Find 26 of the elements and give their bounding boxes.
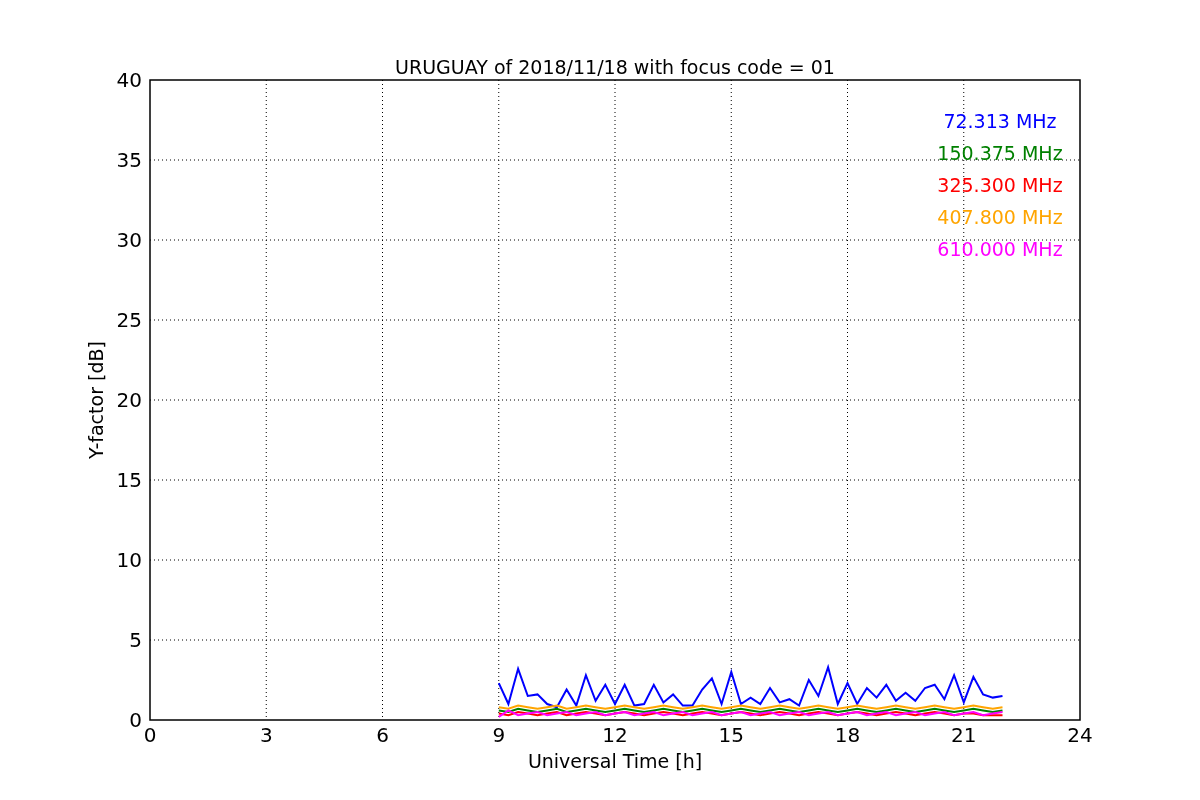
y-axis-label: Y-factor [dB] xyxy=(85,341,107,459)
legend-label: 72.313 MHz xyxy=(943,110,1057,132)
y-tick-label: 10 xyxy=(116,548,142,572)
y-tick-label: 25 xyxy=(116,308,142,332)
legend-label: 407.800 MHz xyxy=(937,206,1063,228)
legend-label: 150.375 MHz xyxy=(937,142,1063,164)
x-tick-label: 9 xyxy=(492,723,506,747)
y-tick-label: 35 xyxy=(116,148,142,172)
x-tick-label: 3 xyxy=(259,723,273,747)
legend-label: 325.300 MHz xyxy=(937,174,1063,196)
x-tick-label: 24 xyxy=(1067,723,1093,747)
y-tick-label: 0 xyxy=(129,708,142,732)
x-tick-label: 18 xyxy=(834,723,861,747)
chart-title: URUGUAY of 2018/11/18 with focus code = 01 xyxy=(395,56,835,78)
x-tick-label: 21 xyxy=(951,723,977,747)
y-tick-label: 15 xyxy=(116,468,142,492)
x-axis-label: Universal Time [h] xyxy=(527,750,703,772)
y-tick-label: 5 xyxy=(129,628,142,652)
x-tick-label: 6 xyxy=(376,723,389,747)
x-tick-label: 15 xyxy=(718,723,744,747)
x-tick-label: 0 xyxy=(143,723,157,747)
y-tick-label: 30 xyxy=(116,228,142,252)
legend-label: 610.000 MHz xyxy=(937,238,1063,260)
x-tick-label: 12 xyxy=(602,723,628,747)
y-tick-label: 40 xyxy=(116,68,142,92)
y-tick-label: 20 xyxy=(116,388,142,412)
